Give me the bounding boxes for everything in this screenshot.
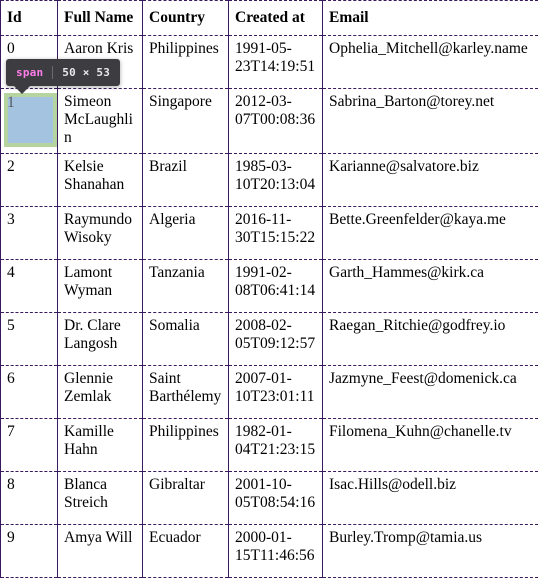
column-header-email[interactable]: Email (322, 0, 538, 37)
cell-email: Isac.Hills@odell.biz (322, 470, 538, 525)
inspector-separator (52, 66, 54, 79)
cell-created-at: 1991-02-08T06:41:14 (228, 258, 323, 313)
cell-full-name: Lamont Wyman (57, 258, 143, 313)
cell-id: 3 (0, 205, 58, 260)
cell-full-name: Amya Will (57, 523, 143, 578)
cell-full-name: Blanca Streich (57, 470, 143, 525)
inspector-tooltip: span 50 × 53 (6, 59, 121, 86)
cell-email: Bette.Greenfelder@kaya.me (322, 205, 538, 260)
table-row[interactable]: 5 Dr. Clare Langosh Somalia 2008-02-05T0… (0, 311, 538, 366)
cell-created-at: 2016-11-30T15:15:22 (228, 205, 323, 260)
cell-email: Sabrina_Barton@torey.net (322, 88, 538, 154)
cell-created-at: 1991-05-23T14:19:51 (228, 35, 323, 90)
table-row[interactable]: 2 Kelsie Shanahan Brazil 1985-03-10T20:1… (0, 152, 538, 207)
cell-email: Filomena_Kuhn@chanelle.tv (322, 417, 538, 472)
table-row[interactable]: 3 Raymundo Wisoky Algeria 2016-11-30T15:… (0, 205, 538, 260)
cell-created-at: 2012-03-07T00:08:36 (228, 88, 323, 154)
cell-id: 1 (0, 88, 58, 154)
cell-email: Burley.Tromp@tamia.us (322, 523, 538, 578)
cell-country: Tanzania (142, 258, 229, 313)
cell-country: Gibraltar (142, 470, 229, 525)
cell-full-name: Kamille Hahn (57, 417, 143, 472)
table-header-row: Id Full Name Country Created at Email (0, 0, 538, 37)
table-row[interactable]: 7 Kamille Hahn Philippines 1982-01-04T21… (0, 417, 538, 472)
column-header-id[interactable]: Id (0, 0, 58, 37)
cell-full-name: Dr. Clare Langosh (57, 311, 143, 366)
cell-id: 5 (0, 311, 58, 366)
cell-country: Somalia (142, 311, 229, 366)
cell-created-at: 2007-01-10T23:01:11 (228, 364, 323, 419)
table-row[interactable]: 4 Lamont Wyman Tanzania 1991-02-08T06:41… (0, 258, 538, 313)
column-header-created-at[interactable]: Created at (228, 0, 323, 37)
cell-created-at: 2008-02-05T09:12:57 (228, 311, 323, 366)
cell-full-name: Kelsie Shanahan (57, 152, 143, 207)
column-header-full-name[interactable]: Full Name (57, 0, 143, 37)
table-row[interactable]: 8 Blanca Streich Gibraltar 2001-10-05T08… (0, 470, 538, 525)
inspector-tag-name: span (16, 66, 44, 79)
users-table: Id Full Name Country Created at Email 0 … (0, 0, 538, 578)
cell-id: 2 (0, 152, 58, 207)
table-row[interactable]: 6 Glennie Zemlak Saint Barthélemy 2007-0… (0, 364, 538, 419)
inspector-tooltip-arrow (14, 86, 30, 94)
cell-email: Karianne@salvatore.biz (322, 152, 538, 207)
inspector-dimensions: 50 × 53 (62, 66, 111, 79)
cell-email: Ophelia_Mitchell@karley.name (322, 35, 538, 90)
cell-email: Raegan_Ritchie@godfrey.io (322, 311, 538, 366)
cell-id: 9 (0, 523, 58, 578)
table-row[interactable]: 1 Simeon McLaughlin Singapore 2012-03-07… (0, 88, 538, 154)
cell-created-at: 1985-03-10T20:13:04 (228, 152, 323, 207)
cell-id: 7 (0, 417, 58, 472)
cell-full-name: Raymundo Wisoky (57, 205, 143, 260)
column-header-country[interactable]: Country (142, 0, 229, 37)
table-body: 0 Aaron Kris Philippines 1991-05-23T14:1… (0, 35, 538, 578)
cell-id: 8 (0, 470, 58, 525)
table-container: Id Full Name Country Created at Email 0 … (0, 0, 538, 579)
cell-country: Brazil (142, 152, 229, 207)
cell-country: Singapore (142, 88, 229, 154)
cell-id: 6 (0, 364, 58, 419)
cell-id: 4 (0, 258, 58, 313)
cell-email: Jazmyne_Feest@domenick.ca (322, 364, 538, 419)
table-row[interactable]: 9 Amya Will Ecuador 2000-01-15T11:46:56 … (0, 523, 538, 578)
table-header: Id Full Name Country Created at Email (0, 0, 538, 37)
cell-country: Saint Barthélemy (142, 364, 229, 419)
cell-country: Philippines (142, 417, 229, 472)
cell-full-name: Simeon McLaughlin (57, 88, 143, 154)
cell-full-name: Glennie Zemlak (57, 364, 143, 419)
cell-country: Ecuador (142, 523, 229, 578)
cell-country: Algeria (142, 205, 229, 260)
cell-email: Garth_Hammes@kirk.ca (322, 258, 538, 313)
cell-created-at: 2001-10-05T08:54:16 (228, 470, 323, 525)
cell-country: Philippines (142, 35, 229, 90)
cell-created-at: 1982-01-04T21:23:15 (228, 417, 323, 472)
cell-created-at: 2000-01-15T11:46:56 (228, 523, 323, 578)
